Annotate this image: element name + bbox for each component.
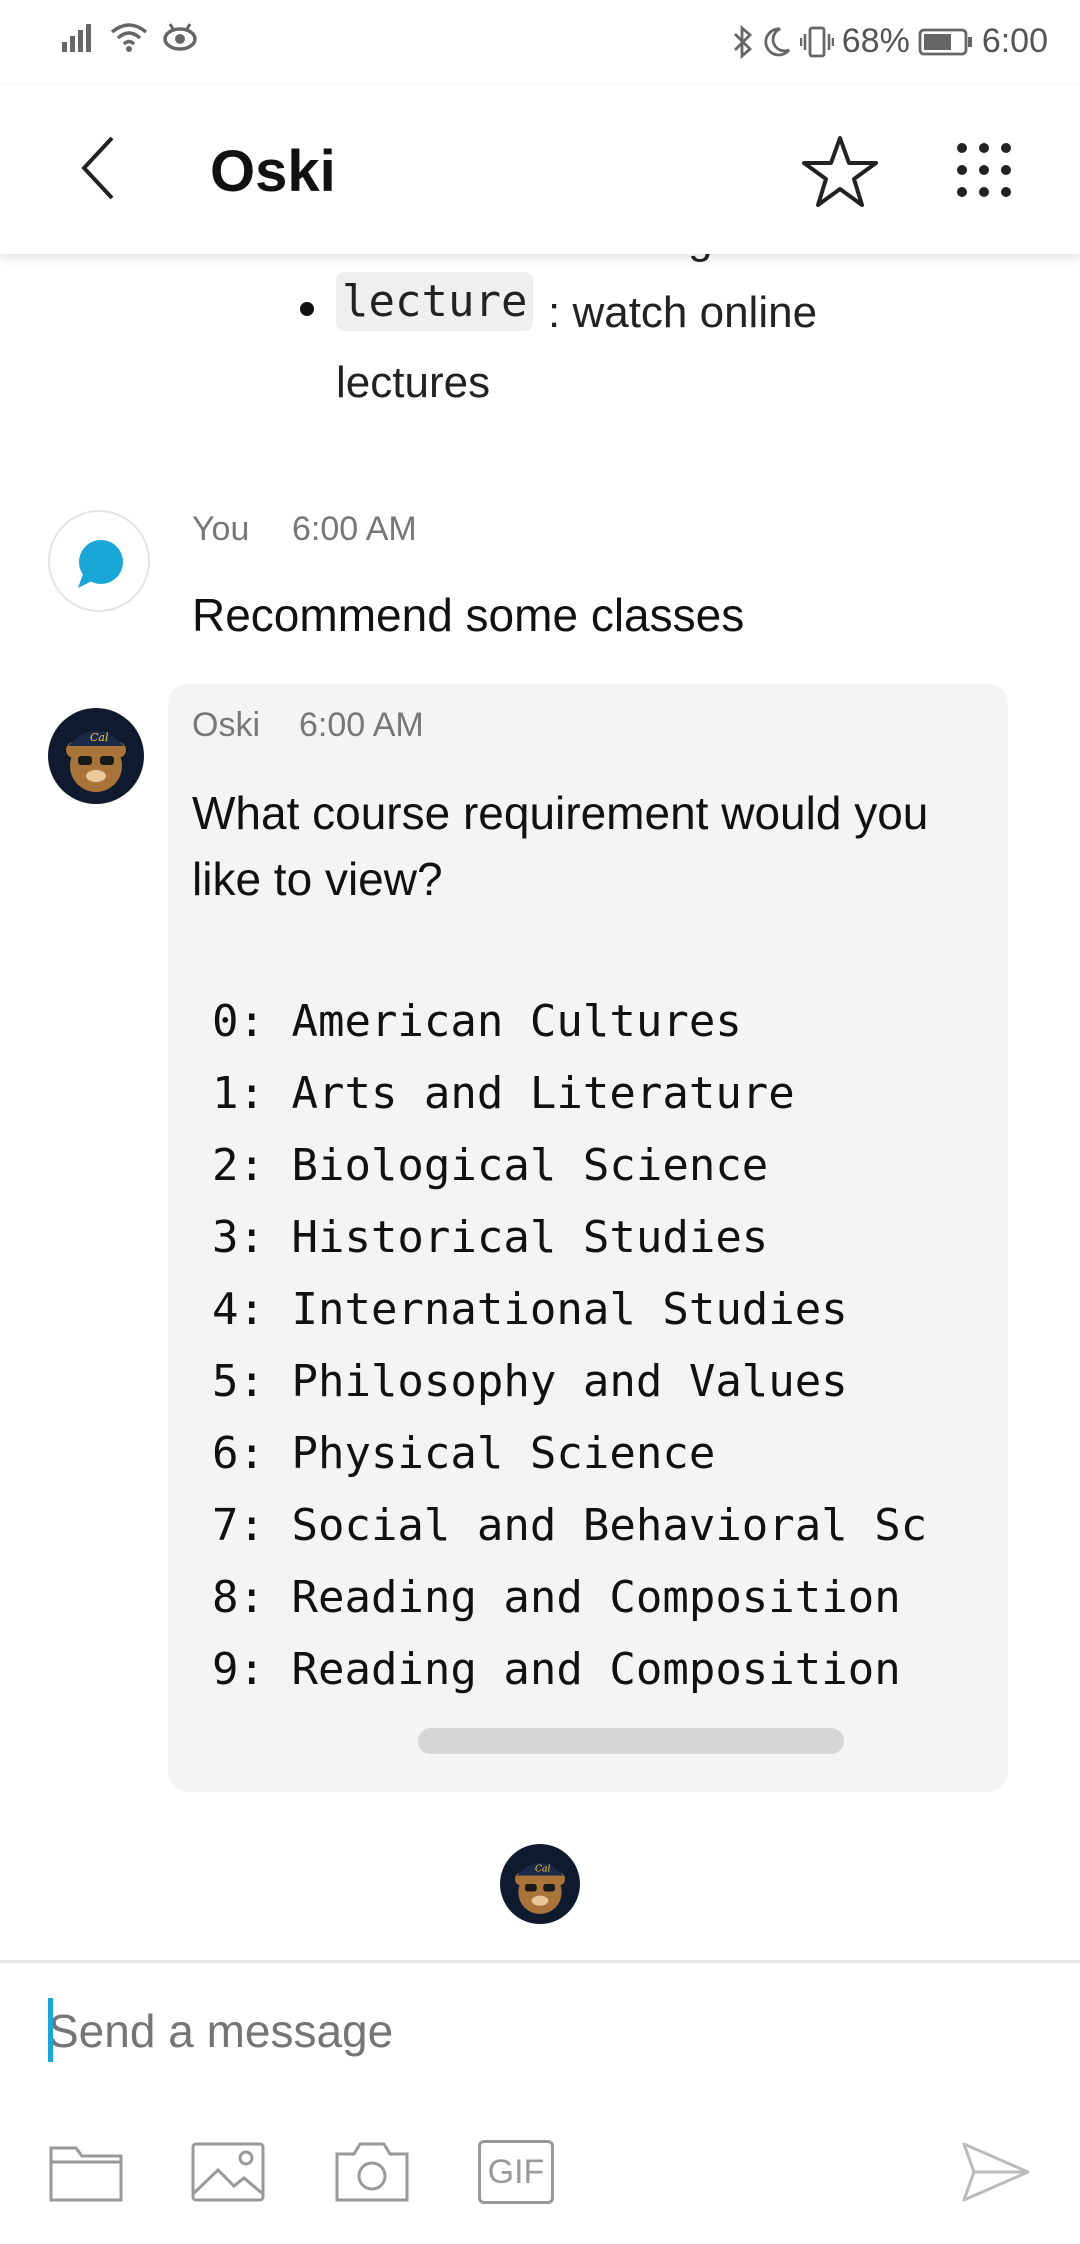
previous-message-clipped-line: reminders on Google Calendar (336, 254, 938, 264)
status-right-icons: 68% 6:00 (732, 22, 1048, 61)
oski-avatar: Cal (48, 708, 144, 804)
star-icon[interactable] (800, 134, 880, 210)
vibrate-icon (799, 26, 834, 57)
wifi-icon (110, 23, 148, 52)
moon-icon (764, 27, 790, 56)
options-code-block[interactable]: 0: American Cultures 1: Arts and Literat… (212, 986, 1002, 1706)
text-caret (48, 1998, 53, 2062)
bot-message-time: 6:00 AM (299, 706, 424, 744)
option-row: 9: Reading and Composition (212, 1644, 901, 1695)
option-row: 0: American Cultures (212, 996, 742, 1047)
image-icon[interactable] (190, 2140, 266, 2204)
page-title: Oski (210, 139, 336, 204)
back-chevron-icon[interactable] (70, 132, 130, 204)
bot-message-question: What course requirement would you like t… (192, 787, 929, 905)
folder-icon[interactable] (48, 2140, 124, 2204)
messages-list[interactable]: reminders on Google Calendar : watch onl… (0, 254, 1080, 1960)
battery-percent: 68% (841, 22, 910, 60)
status-left-icons (62, 22, 198, 52)
chat-bubble-icon (78, 540, 123, 588)
chat-screen: 68% 6:00 reminders on Google Calendar : … (0, 0, 1080, 2244)
grid-menu-icon[interactable] (954, 140, 1014, 200)
typing-indicator-avatar: Cal (500, 1844, 580, 1924)
message-input[interactable] (48, 1996, 948, 2066)
status-bar: 68% 6:00 (0, 0, 1080, 86)
option-row: 8: Reading and Composition (212, 1572, 901, 1623)
battery-icon (918, 28, 972, 55)
option-row: 7: Social and Behavioral Sc (212, 1500, 928, 1551)
option-row: 4: International Studies (212, 1284, 848, 1335)
bot-message-sender: Oski (192, 706, 260, 744)
bluetooth-icon (733, 24, 752, 59)
user-message-text: Recommend some classes (192, 589, 745, 641)
gif-icon[interactable]: GIF (478, 2140, 554, 2204)
option-row: 1: Arts and Literature (212, 1068, 795, 1119)
option-row: 3: Historical Studies (212, 1212, 769, 1263)
option-row: 5: Philosophy and Values (212, 1356, 848, 1407)
list-bullet (300, 302, 314, 316)
svg-text:Cal: Cal (535, 1864, 550, 1875)
eye-icon (163, 23, 197, 51)
status-time: 6:00 (981, 22, 1048, 60)
user-message-sender: You (192, 510, 250, 548)
option-row: 6: Physical Science (212, 1428, 716, 1479)
bot-message-bubble: Oski 6:00 AM What course requirement wou… (168, 684, 1008, 1792)
signal-icon (62, 24, 91, 52)
inline-code-chip: lecture (336, 272, 534, 331)
user-message-time: 6:00 AM (292, 510, 417, 548)
composer-divider (0, 1960, 1080, 1963)
camera-icon[interactable] (334, 2140, 410, 2204)
user-avatar (48, 510, 150, 612)
svg-text:Cal: Cal (90, 731, 109, 744)
horizontal-scrollbar[interactable] (418, 1728, 844, 1754)
app-header: Oski (0, 86, 1080, 254)
send-icon[interactable] (960, 2136, 1032, 2208)
option-row: 2: Biological Science (212, 1140, 769, 1191)
